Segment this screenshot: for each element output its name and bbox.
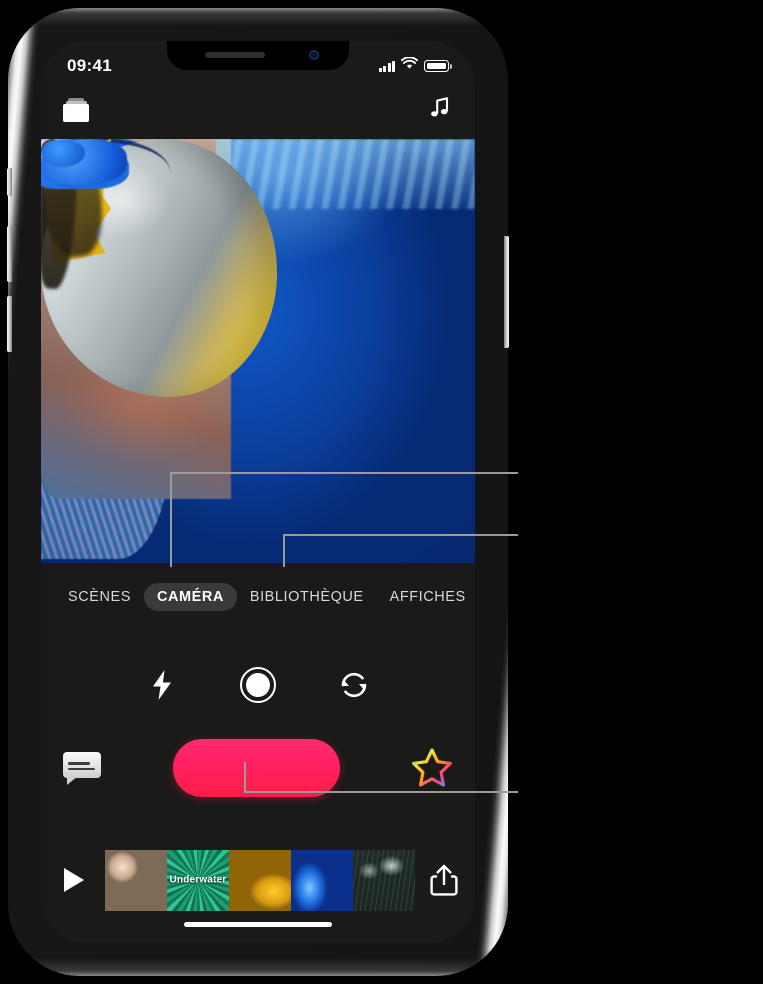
record-row	[41, 729, 475, 807]
tab-scenes[interactable]: SCÈNES	[55, 583, 144, 611]
clip-thumbnail-3[interactable]	[229, 849, 291, 911]
mode-tab-bar: SCÈNES CAMÉRA BIBLIOTHÈQUE AFFICHES	[41, 575, 475, 619]
front-camera-icon	[309, 50, 319, 60]
callout-camera-tab-horizontal	[170, 472, 518, 474]
earpiece-speaker	[205, 52, 265, 58]
volume-up-button[interactable]	[7, 226, 12, 282]
camera-video-preview[interactable]	[41, 139, 475, 563]
side-power-button[interactable]	[504, 236, 509, 348]
music-note-icon[interactable]	[425, 94, 453, 127]
iphone-frame: 09:41 SCÈNES CAMÉRA BIBLIOTHÈQUE AFFICHE…	[7, 8, 509, 976]
clip-thumbnail-1[interactable]	[105, 849, 167, 911]
status-icons	[378, 56, 452, 75]
play-icon[interactable]	[57, 863, 91, 897]
clip-title-text: Underwater	[169, 874, 227, 886]
clip-thumbnail-2[interactable]: Underwater	[167, 849, 229, 911]
notch	[167, 41, 349, 70]
home-indicator[interactable]	[184, 922, 332, 927]
teleprompter-bubble-icon[interactable]	[63, 752, 101, 785]
flip-camera-icon[interactable]	[332, 663, 376, 707]
camera-controls-row	[41, 649, 475, 721]
callout-record-button-horizontal	[244, 791, 518, 793]
battery-icon	[424, 60, 452, 72]
filmstrip-row: Underwater	[41, 847, 475, 913]
clip-thumbnail-5[interactable]	[353, 849, 415, 911]
clips-strip[interactable]: Underwater	[105, 849, 415, 911]
tab-library[interactable]: BIBLIOTHÈQUE	[237, 583, 377, 611]
flash-icon[interactable]	[140, 663, 184, 707]
phone-screen: 09:41 SCÈNES CAMÉRA BIBLIOTHÈQUE AFFICHE…	[41, 41, 475, 943]
preview-vignette	[41, 139, 475, 563]
share-icon[interactable]	[429, 863, 459, 897]
callout-library-tab-vertical	[283, 534, 285, 567]
capture-mode-icon[interactable]	[236, 663, 280, 707]
rainbow-star-effects-icon[interactable]	[411, 747, 453, 789]
cellular-signal-icon	[378, 60, 395, 72]
projects-stack-icon[interactable]	[63, 98, 89, 122]
volume-down-button[interactable]	[7, 296, 12, 352]
clip-thumbnail-4[interactable]	[291, 849, 353, 911]
app-top-bar	[41, 81, 475, 139]
record-button[interactable]	[172, 739, 340, 797]
wifi-icon	[400, 56, 419, 75]
callout-record-button-vertical	[244, 762, 246, 793]
silent-switch[interactable]	[7, 168, 12, 196]
status-time: 09:41	[67, 56, 112, 75]
tab-posters[interactable]: AFFICHES	[377, 583, 475, 611]
callout-library-tab-horizontal	[283, 534, 518, 536]
callout-camera-tab-vertical	[170, 472, 172, 567]
tab-camera[interactable]: CAMÉRA	[143, 583, 237, 611]
